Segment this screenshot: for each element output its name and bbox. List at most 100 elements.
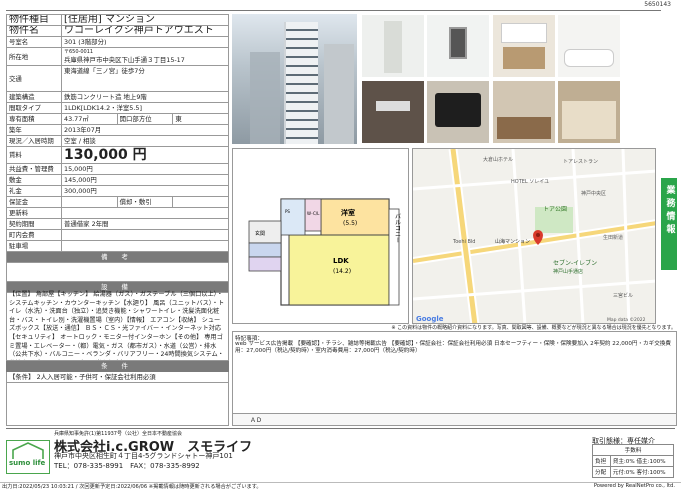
living-room-photo[interactable] [558,81,620,143]
renewal-value [61,207,229,219]
commission-header: 手数料 [592,444,674,456]
conditions-text: 【条件】 2人入居可能・子供可・保証会社利用必須 [6,372,229,383]
special-notes-text: web サービス広告掲載 【要確認】・チラシ、雑誌等掲載広告 【要確認】・保証会… [235,341,672,354]
kitchen-photo[interactable] [493,81,555,143]
commission-row-key: 分配 [592,466,611,478]
renewal-label: 更新料 [6,207,62,219]
business-info-tab[interactable]: 業務情報 [661,178,677,270]
location-map[interactable]: 神戸中央区 大倉山ホテル トアレストラン HOTEL ソレイユ トア公園 山海マ… [412,148,656,324]
keymoney-value: 300,000円 [61,185,229,197]
fee-value: 15,000円 [61,163,229,175]
house-icon [12,442,44,459]
parking-value [61,240,229,252]
orientation-label: 開口部方位 [116,113,174,125]
document-id: 5650143 [644,1,671,8]
status-value: 空室 / 相談 [61,135,229,147]
conditions-header: 条 件 [6,361,229,372]
map-drawing: 神戸中央区 大倉山ホテル トアレストラン HOTEL ソレイユ トア公園 山海マ… [413,149,655,323]
entry-label: 玄関 [255,230,265,237]
transport-value: 東海道線「三ノ宮」徒歩7分 [61,65,229,92]
cooktop-photo[interactable] [427,81,489,143]
address-value: 兵庫県神戸市中央区下山手通３丁目15-17 [64,55,185,64]
area-value: 43.77㎡ [61,113,118,125]
map-label-0: 神戸中央区 [581,190,606,197]
building-exterior-photo[interactable] [232,14,357,144]
remarks-body [6,262,229,282]
map-label-6: Toehi Bld [452,239,475,245]
property-table: 物件種目 [住居用] マンション 物件名 ワコーレイクシ神戸トアウエスト 号室名… [6,14,229,293]
wic-label: W･C/L [307,211,320,216]
keymoney-label: 礼金 [6,185,62,197]
type-label: 物件種目 [6,14,62,26]
deduction-label: 償却・敷引 [116,196,174,208]
association-label: 町内会費 [6,229,62,241]
commission-row-value: 元付:0% 客付:100% [609,466,675,478]
room-value: 301 (3階部分) [61,36,229,48]
company-logo [6,440,50,474]
entrance-panel-photo[interactable] [362,81,424,143]
map-label-10: 三宮ビル [613,292,633,299]
western-room-size: (5.5) [343,220,357,227]
built-label: 築年 [6,124,62,136]
map-label-3: HOTEL ソレイユ [511,179,549,185]
association-value [61,229,229,241]
issued-date: 出力日:2022/05/23 10:03:21 / 次回更新予定日:2022/0… [2,484,262,490]
name-label: 物件名 [6,25,62,37]
ad-label: ＡＤ [250,417,263,424]
map-label-8: 神戸山手通店 [553,268,583,275]
layout-label: 間取タイプ [6,102,62,114]
floorplan-panel: 洋室 (5.5) LDK (14.2) W･C/L PS 玄関 バルコニー [232,148,409,324]
map-copyright: Map data ©2022 [607,316,646,323]
footer-divider [6,428,675,429]
guarantee-label: 保証金 [6,196,62,208]
commission-table: 手数料 負担 貸主:0% 借主:100% 分配 元付:0% 客付:100% [592,444,675,478]
rent-value: 130,000 円 [61,146,229,164]
ldk-label: LDK [333,257,349,265]
commission-row-value: 貸主:0% 借主:100% [609,455,675,467]
bathroom-photo[interactable] [558,15,620,77]
google-logo: Google [416,315,444,323]
contract-label: 契約期間 [6,218,62,230]
layout-value: 1LDK[LDK14.2・洋室5.5] [61,102,229,114]
conditions-blank [6,383,229,426]
parking-label: 駐車場 [6,240,62,252]
address-label: 所在地 [6,47,62,66]
powered-by: Powered by RealNetPro co., ltd. [593,483,675,489]
area-label: 専有面積 [6,113,62,125]
deduction-value [172,196,229,208]
balcony-label: バルコニー [394,213,401,243]
intercom-photo[interactable] [427,15,489,77]
map-label-2: トアレストラン [563,159,598,165]
ldk-size: (14.2) [333,268,351,275]
map-label-9: 生田新道 [603,234,623,241]
status-label: 現況／入居時期 [6,135,62,147]
ad-row [232,413,677,426]
map-label-7: セブン-イレブン [553,259,597,267]
built-value: 2013年07月 [61,124,229,136]
logo-text: sumo life [9,459,46,467]
business-info-tab-label: 業務情報 [664,185,675,237]
structure-value: 鉄筋コンクリート造 地上9階 [61,91,229,103]
type-value: [住居用] マンション [61,14,229,26]
ps-label: PS [285,209,290,214]
map-label-5: 山海マンション [495,238,530,245]
top-divider [6,10,661,11]
hallway-photo[interactable] [362,15,424,77]
map-label-1: 大倉山ホテル [483,156,513,163]
rent-label: 賃料 [6,146,62,164]
remarks-header: 備 考 [6,251,229,263]
deposit-label: 敷金 [6,174,62,186]
commission-row-key: 負担 [592,455,611,467]
company-phone: TEL：078-335-8991 FAX：078-335-8992 [54,462,200,470]
map-label-4: トア公園 [543,206,567,213]
floorplan-drawing: 洋室 (5.5) LDK (14.2) W･C/L PS 玄関 バルコニー [248,198,401,306]
deposit-value: 145,000円 [61,174,229,186]
name-value: ワコーレイクシ神戸トアウエスト [61,25,229,37]
guarantee-value [61,196,118,208]
washroom-photo[interactable] [493,15,555,77]
western-room-label: 洋室 [341,208,355,217]
company-address: 神戸市中央区相生町４丁目4-5グランドシャトー神戸101 [54,452,233,460]
transport-label: 交通 [6,65,62,92]
contract-value: 普通借家 2年間 [61,218,229,230]
orientation-value: 東 [172,113,229,125]
